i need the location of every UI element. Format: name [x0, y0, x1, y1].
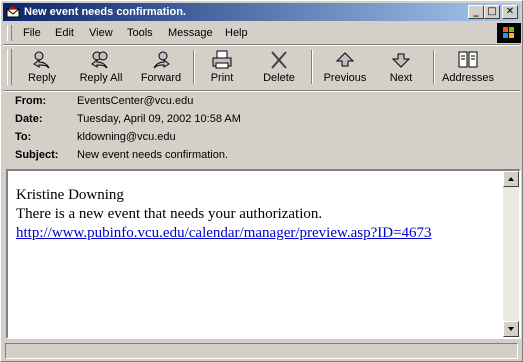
toolbar-separator — [193, 50, 195, 84]
scroll-up-arrow-icon — [508, 177, 514, 181]
greeting-line: Kristine Downing — [16, 187, 124, 203]
envelope-icon — [6, 6, 20, 18]
reply-icon — [33, 51, 50, 69]
scroll-up-button[interactable] — [503, 171, 519, 187]
minimize-button[interactable]: _ — [468, 5, 484, 19]
menu-view[interactable]: View — [87, 26, 115, 40]
header-to: To: kldowning@vcu.edu — [3, 129, 520, 147]
status-bar — [3, 342, 520, 360]
header-value[interactable]: EventsCenter@vcu.edu — [77, 95, 193, 107]
maximize-button[interactable]: □ — [484, 5, 500, 19]
next-button[interactable]: Next — [379, 48, 423, 86]
menu-tools[interactable]: Tools — [125, 26, 155, 40]
toolbar-header-divider — [3, 90, 520, 92]
menu-message[interactable]: Message — [166, 26, 215, 40]
scroll-down-button[interactable] — [503, 321, 519, 337]
addresses-button[interactable]: Addresses — [439, 48, 497, 86]
addresses-icon — [458, 51, 478, 68]
message-headers: From: EventsCenter@vcu.edu Date: Tuesday… — [3, 93, 520, 165]
print-label: Print — [210, 72, 234, 84]
menu-bar: File Edit View Tools Message Help — [3, 23, 521, 43]
header-label: To: — [15, 131, 32, 143]
addresses-label: Addresses — [442, 72, 494, 84]
delete-button[interactable]: Delete — [253, 48, 305, 86]
reply-all-button[interactable]: Reply All — [71, 48, 131, 86]
next-label: Next — [389, 72, 413, 84]
delete-icon — [271, 51, 287, 69]
previous-button[interactable]: Previous — [317, 48, 373, 86]
menu-file[interactable]: File — [21, 26, 43, 40]
message-window: New event needs confirmation. _ □ ✕ File… — [0, 0, 523, 362]
next-icon — [391, 53, 411, 68]
title-bar[interactable]: New event needs confirmation. _ □ ✕ — [3, 3, 520, 21]
previous-label: Previous — [323, 72, 367, 84]
previous-icon — [335, 52, 355, 67]
reply-button[interactable]: Reply — [15, 48, 69, 86]
body-line: There is a new event that needs your aut… — [16, 206, 323, 222]
reply-label: Reply — [27, 72, 57, 84]
message-body-pane: Kristine Downing There is a new event th… — [6, 169, 521, 339]
vertical-scrollbar[interactable] — [503, 171, 519, 337]
header-value: New event needs confirmation. — [77, 149, 229, 161]
window-title: New event needs confirmation. — [24, 6, 186, 18]
close-button[interactable]: ✕ — [502, 5, 518, 19]
forward-icon — [153, 51, 170, 69]
forward-button[interactable]: Forward — [133, 48, 189, 86]
scroll-down-arrow-icon — [508, 327, 514, 331]
header-label: Subject: — [15, 149, 59, 161]
delete-label: Delete — [263, 72, 295, 84]
menu-help[interactable]: Help — [223, 26, 250, 40]
windows-logo-icon — [497, 23, 521, 43]
toolbar-separator — [311, 50, 313, 84]
preview-link[interactable]: http://www.pubinfo.vcu.edu/calendar/mana… — [16, 225, 432, 241]
header-value: Tuesday, April 09, 2002 10:58 AM — [77, 113, 241, 125]
message-body[interactable]: Kristine Downing There is a new event th… — [8, 171, 503, 337]
forward-label: Forward — [140, 72, 182, 84]
header-value[interactable]: kldowning@vcu.edu — [77, 131, 176, 143]
header-subject: Subject: New event needs confirmation. — [3, 147, 520, 165]
toolbar-grip[interactable] — [7, 49, 12, 85]
reply-all-icon — [91, 51, 108, 69]
status-pane — [5, 343, 518, 359]
menu-grip[interactable] — [7, 25, 12, 41]
toolbar-separator — [433, 50, 435, 84]
header-date: Date: Tuesday, April 09, 2002 10:58 AM — [3, 111, 520, 129]
toolbar: Reply Reply All Forward Print Delete Pre… — [3, 46, 520, 88]
header-label: From: — [15, 95, 47, 107]
print-button[interactable]: Print — [199, 48, 245, 86]
header-from: From: EventsCenter@vcu.edu — [3, 93, 520, 111]
menu-edit[interactable]: Edit — [53, 26, 76, 40]
print-icon — [212, 50, 232, 69]
header-label: Date: — [15, 113, 43, 125]
reply-all-label: Reply All — [79, 72, 123, 84]
